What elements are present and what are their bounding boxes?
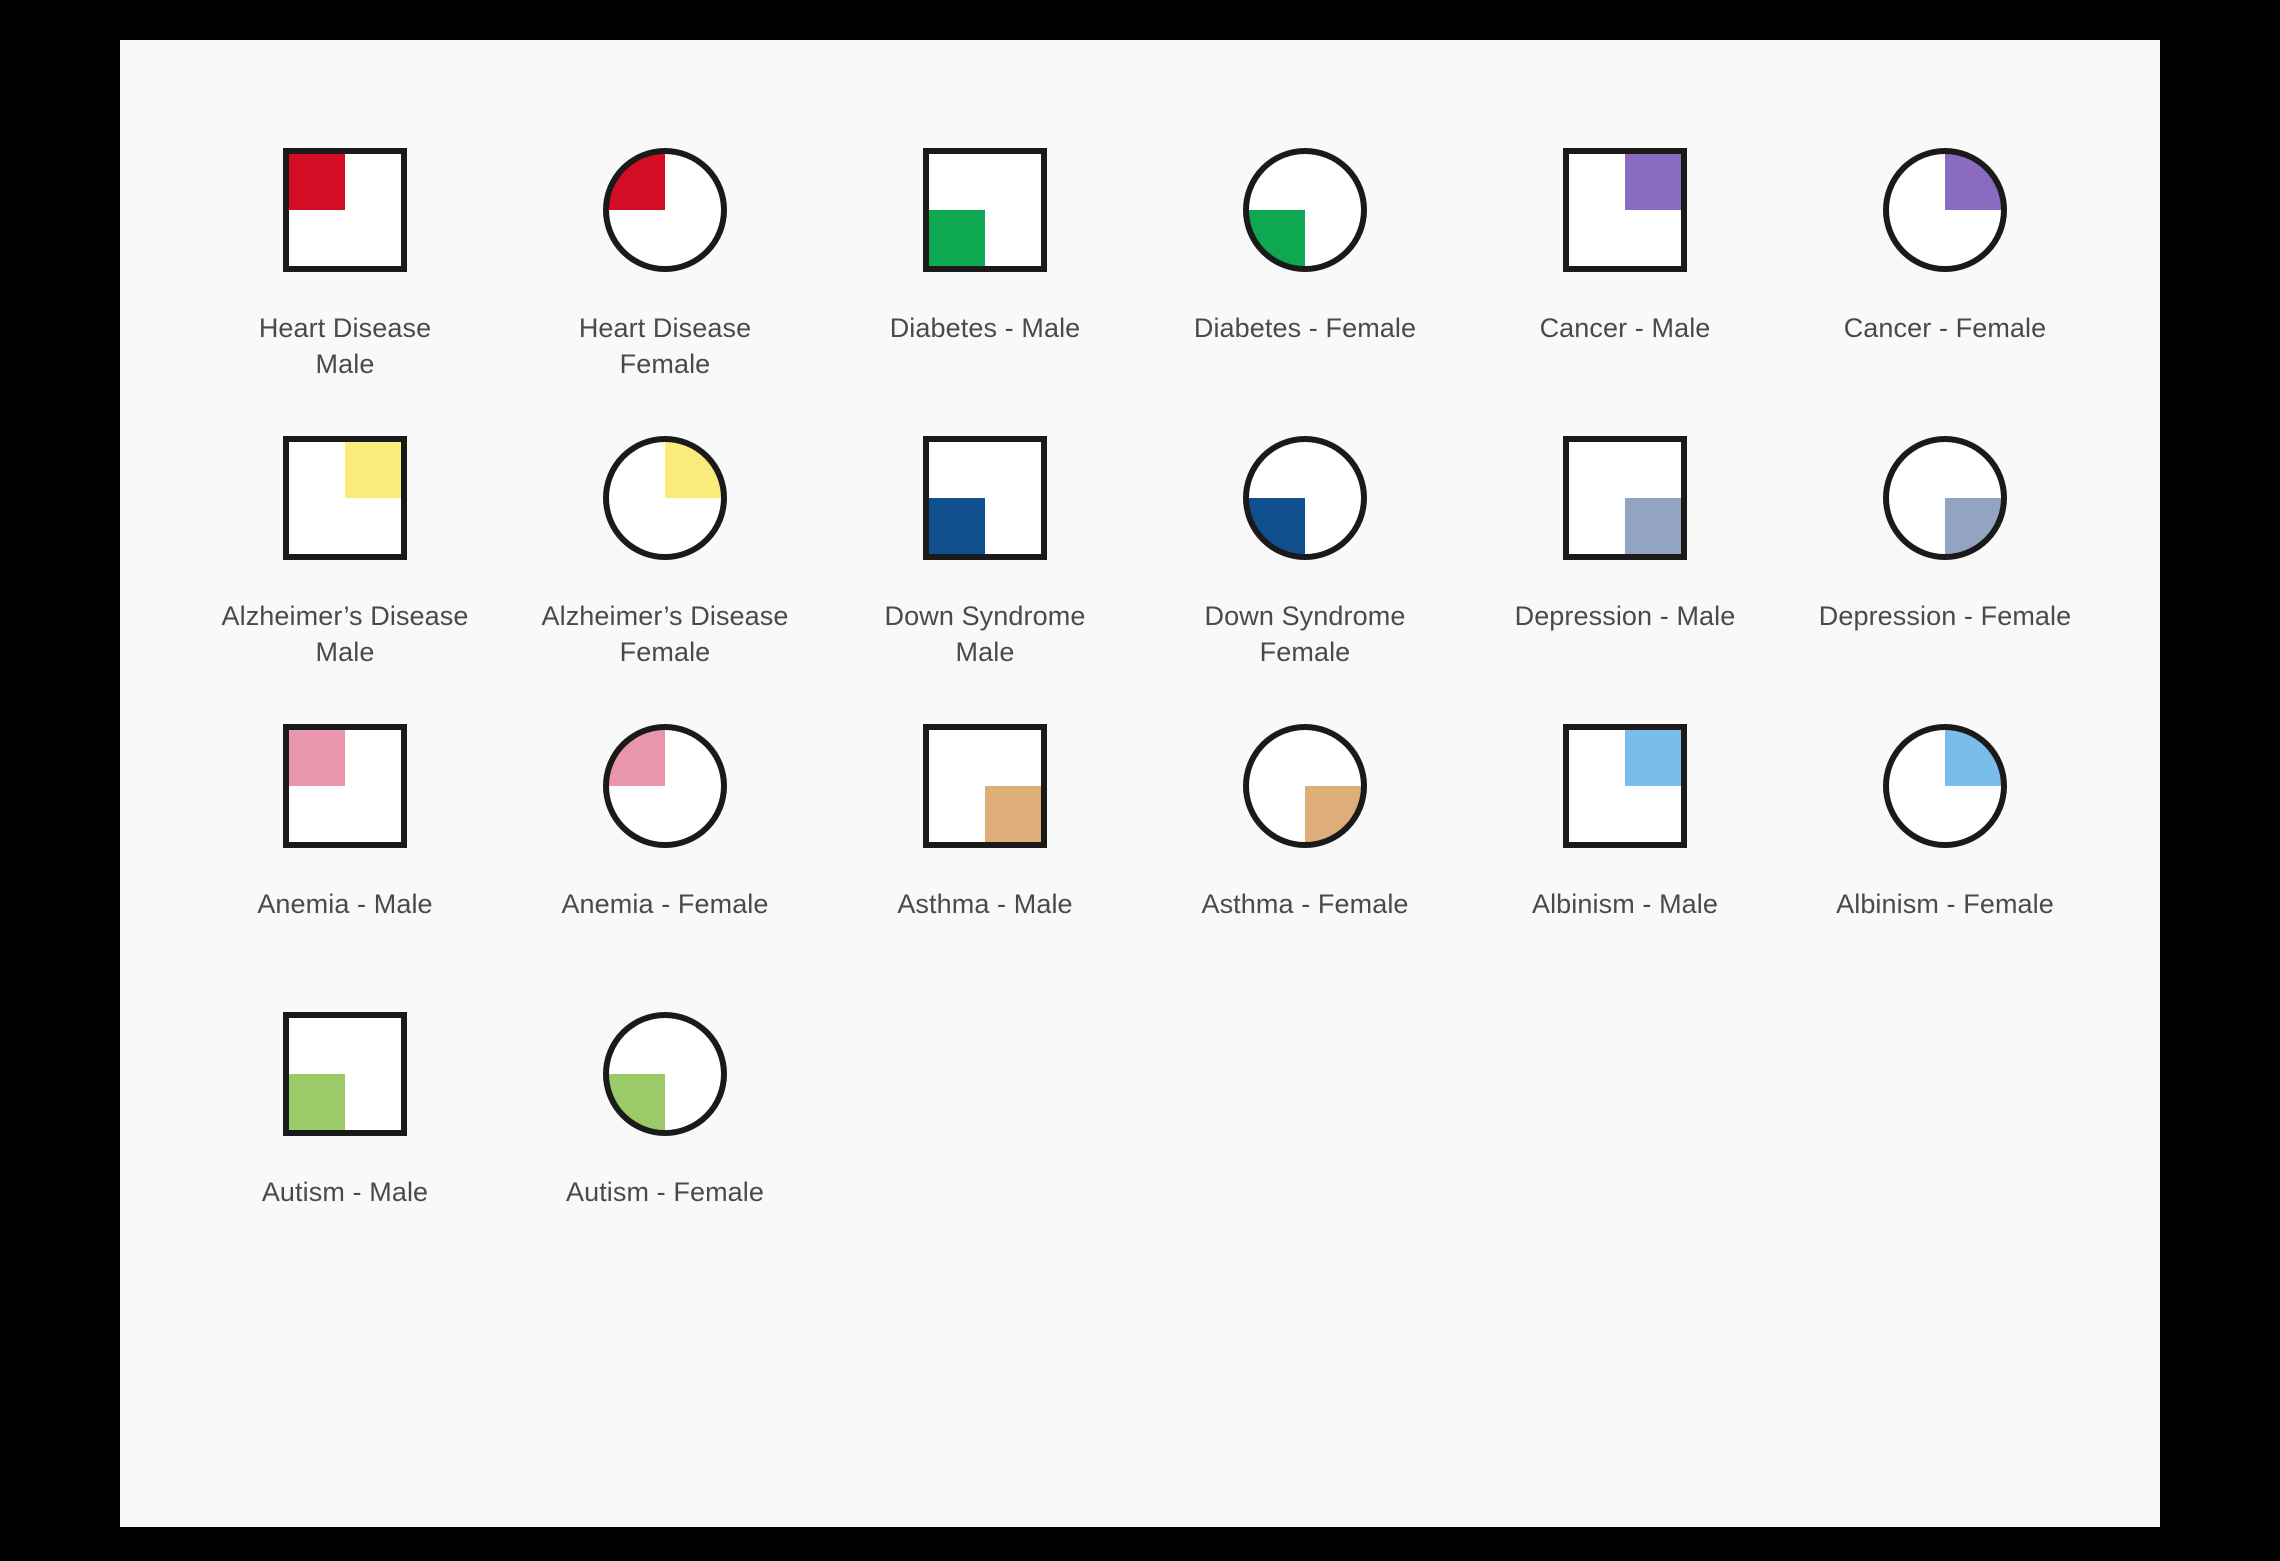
condition-icon-cell[interactable]: Heart Disease Male: [185, 145, 505, 433]
male-square-icon: [1541, 145, 1709, 295]
condition-icon-cell[interactable]: Anemia - Male: [185, 721, 505, 1009]
condition-icon-cell[interactable]: Albinism - Male: [1465, 721, 1785, 1009]
female-circle-icon: [1221, 433, 1389, 583]
condition-icon-cell[interactable]: Cancer - Male: [1465, 145, 1785, 433]
condition-icon-label: Down Syndrome Male: [884, 601, 1086, 667]
condition-icon-label: Anemia - Male: [257, 889, 433, 919]
condition-icon-cell[interactable]: Autism - Female: [505, 1009, 825, 1297]
male-square-icon: [901, 721, 1069, 871]
condition-icon-cell[interactable]: Depression - Female: [1785, 433, 2105, 721]
female-circle-icon: [1221, 721, 1389, 871]
condition-icon-label: Depression - Male: [1514, 601, 1736, 631]
male-square-icon: [261, 145, 429, 295]
condition-icon-cell[interactable]: Alzheimer’s Disease Female: [505, 433, 825, 721]
condition-icon-label: Alzheimer’s Disease Female: [541, 601, 789, 667]
male-square-icon: [901, 433, 1069, 583]
condition-icon-label: Autism - Female: [565, 1177, 765, 1207]
condition-icon-grid: Heart Disease Male Heart Disease Female Di…: [185, 145, 2095, 1297]
female-circle-icon: [581, 145, 749, 295]
condition-icon-label: Depression - Female: [1818, 601, 2072, 631]
male-square-icon: [1541, 721, 1709, 871]
condition-icon-label: Cancer - Female: [1843, 313, 2047, 343]
condition-icon-label: Autism - Male: [261, 1177, 429, 1207]
condition-icon-label: Albinism - Male: [1531, 889, 1719, 919]
condition-icon-cell[interactable]: Albinism - Female: [1785, 721, 2105, 1009]
icon-legend-card: Heart Disease Male Heart Disease Female Di…: [120, 40, 2160, 1527]
female-circle-icon: [581, 433, 749, 583]
male-square-icon: [1541, 433, 1709, 583]
condition-icon-cell[interactable]: Diabetes - Male: [825, 145, 1145, 433]
condition-icon-cell[interactable]: Diabetes - Female: [1145, 145, 1465, 433]
male-square-icon: [261, 433, 429, 583]
condition-icon-cell[interactable]: Asthma - Male: [825, 721, 1145, 1009]
condition-icon-cell[interactable]: Asthma - Female: [1145, 721, 1465, 1009]
condition-icon-label: Albinism - Female: [1836, 889, 2054, 919]
condition-icon-cell[interactable]: Alzheimer’s Disease Male: [185, 433, 505, 721]
female-circle-icon: [1221, 145, 1389, 295]
female-circle-icon: [1861, 433, 2029, 583]
male-square-icon: [261, 1009, 429, 1159]
condition-icon-label: Heart Disease Female: [578, 313, 752, 379]
condition-icon-cell[interactable]: Heart Disease Female: [505, 145, 825, 433]
condition-icon-label: Cancer - Male: [1539, 313, 1711, 343]
female-circle-icon: [581, 721, 749, 871]
condition-icon-label: Diabetes - Male: [889, 313, 1081, 343]
condition-icon-label: Heart Disease Male: [258, 313, 432, 379]
condition-icon-label: Anemia - Female: [561, 889, 769, 919]
condition-icon-label: Down Syndrome Female: [1204, 601, 1406, 667]
condition-icon-label: Asthma - Male: [897, 889, 1073, 919]
condition-icon-cell[interactable]: Depression - Male: [1465, 433, 1785, 721]
condition-icon-cell[interactable]: Autism - Male: [185, 1009, 505, 1297]
condition-icon-cell[interactable]: Anemia - Female: [505, 721, 825, 1009]
condition-icon-cell[interactable]: Down Syndrome Male: [825, 433, 1145, 721]
condition-icon-label: Asthma - Female: [1201, 889, 1409, 919]
male-square-icon: [901, 145, 1069, 295]
female-circle-icon: [581, 1009, 749, 1159]
condition-icon-label: Alzheimer’s Disease Male: [221, 601, 469, 667]
condition-icon-cell[interactable]: Cancer - Female: [1785, 145, 2105, 433]
female-circle-icon: [1861, 145, 2029, 295]
condition-icon-cell[interactable]: Down Syndrome Female: [1145, 433, 1465, 721]
condition-icon-label: Diabetes - Female: [1193, 313, 1417, 343]
female-circle-icon: [1861, 721, 2029, 871]
male-square-icon: [261, 721, 429, 871]
